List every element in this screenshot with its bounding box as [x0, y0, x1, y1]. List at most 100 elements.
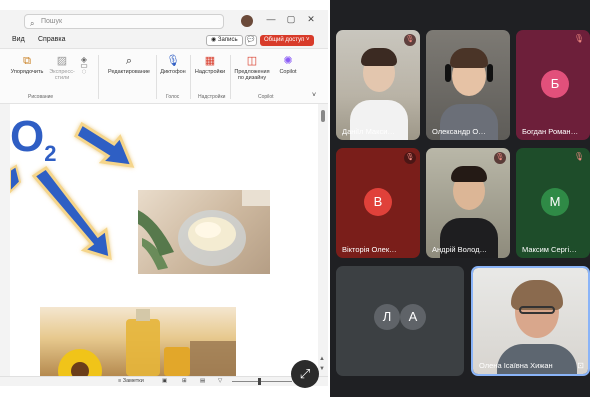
participant-initial: А: [400, 304, 426, 330]
microphone-icon: 🎙: [166, 55, 180, 67]
vertical-scrollbar[interactable]: ▲ ▼: [318, 104, 328, 376]
addins-label: Надстройки: [194, 69, 226, 75]
quick-styles-label: Экспресс-стили: [49, 69, 75, 81]
search-input[interactable]: ⌕ Пошук: [24, 14, 224, 29]
participant-name: Даніїл Макси…: [342, 127, 395, 136]
participant-name: Андрій Волод…: [432, 245, 487, 254]
butter-picture: [138, 190, 270, 270]
dictate-label: Диктофон: [160, 69, 186, 75]
arrow-shape: [74, 121, 135, 168]
mic-off-icon: 🎙: [404, 34, 416, 46]
menu-bar: Вид Справка ◉ Запись 💬 Общий доступ ˅: [0, 32, 328, 48]
designer-label: Предложения по дизайну: [234, 69, 270, 81]
participant-name: Максим Сергі…: [522, 245, 577, 254]
active-speaker-tile[interactable]: Олена Ісаївна Хижан ⊡: [471, 266, 590, 376]
search-icon: ⌕: [30, 19, 35, 28]
participant-tile[interactable]: 🎙 Андрій Волод…: [426, 148, 510, 258]
participant-tile[interactable]: В 🎙 Вікторія Олек…: [336, 148, 420, 258]
share-button[interactable]: Общий доступ ˅: [260, 35, 314, 46]
group-label: Рисование: [28, 94, 54, 100]
participant-tile[interactable]: Олександр О…: [426, 30, 510, 140]
tab-help[interactable]: Справка: [38, 36, 65, 43]
participant-tile[interactable]: М 🎙 Максим Сергі…: [516, 148, 590, 258]
zoom-slider[interactable]: [232, 381, 292, 382]
notes-label: Заметки: [122, 378, 144, 384]
chevron-down-icon: ˅: [305, 37, 310, 43]
participant-name: Олена Ісаївна Хижан: [479, 361, 553, 370]
copilot-icon: ✺: [283, 55, 293, 67]
expand-icon: ⤢: [299, 366, 311, 381]
powerpoint-window: ⌕ Пошук — ▢ ✕ Вид Справка ◉ Запись 💬 Общ…: [0, 10, 328, 386]
slide-sorter-icon[interactable]: ⊞: [182, 378, 187, 384]
slideshow-icon[interactable]: ▽: [218, 378, 222, 384]
butter-image: [138, 190, 270, 274]
participant-tile[interactable]: Б 🎙 Богдан Роман…: [516, 30, 590, 140]
person-shirt: [497, 344, 577, 374]
record-button[interactable]: ◉ Запись: [206, 35, 243, 46]
dictate-button[interactable]: 🎙 Диктофон: [158, 55, 188, 75]
title-bar: ⌕ Пошук — ▢ ✕: [0, 10, 328, 32]
ribbon: ⧉ Упорядочить ▨ Экспресс-стили ◈ ▭ ◌ ⌕ Ред…: [0, 48, 328, 104]
oil-picture: [58, 309, 236, 376]
tab-view[interactable]: Вид: [12, 36, 25, 43]
arrange-icon: ⧉: [23, 55, 31, 67]
slide-canvas[interactable]: O2: [10, 104, 318, 376]
minimize-icon[interactable]: —: [264, 14, 278, 24]
find-icon: ⌕: [125, 55, 133, 67]
glasses-icon: [519, 306, 555, 314]
pin-icon[interactable]: ⊡: [577, 361, 584, 370]
participant-initial: Л: [374, 304, 400, 330]
scrollbar-thumb[interactable]: [321, 110, 325, 122]
oil-image: [40, 307, 236, 376]
notes-button[interactable]: ≡ Заметки: [118, 378, 144, 384]
collapse-ribbon-icon[interactable]: ˅: [312, 92, 316, 99]
group-label: Надстройки: [198, 94, 226, 100]
arrow-shape: [31, 165, 112, 261]
mic-off-icon: 🎙: [494, 152, 506, 164]
record-icon: ◉: [211, 37, 218, 43]
ribbon-separator: [156, 55, 157, 99]
headphones-right: [487, 64, 493, 82]
status-bar: ≡ Заметки ▣ ⊞ ▤ ▽: [0, 376, 328, 386]
share-label: Общий доступ: [264, 37, 305, 43]
scroll-down-icon[interactable]: ▼: [319, 366, 325, 372]
participant-initial: М: [541, 188, 569, 216]
group-label: Голос: [166, 94, 180, 100]
mic-off-icon: 🎙: [573, 152, 584, 161]
mic-off-icon: 🎙: [573, 34, 584, 43]
participant-initial: В: [364, 188, 392, 216]
zoom-slider-thumb[interactable]: [258, 378, 261, 385]
editing-button[interactable]: ⌕ Редактирование: [104, 55, 154, 75]
arrange-button[interactable]: ⧉ Упорядочить: [10, 55, 44, 75]
ribbon-separator: [98, 55, 99, 99]
normal-view-icon[interactable]: ▣: [162, 378, 167, 384]
person-hair: [450, 48, 488, 68]
participant-name: Вікторія Олек…: [342, 245, 397, 254]
quick-styles-button[interactable]: ▨ Экспресс-стили: [48, 55, 76, 81]
participant-initial: Б: [541, 70, 569, 98]
copilot-label: Copilot: [279, 69, 297, 75]
shape-fill-icon[interactable]: ◈ ▭ ◌: [78, 56, 90, 76]
fullscreen-button[interactable]: ⤢: [291, 360, 319, 388]
participant-tile[interactable]: 🎙 Даніїл Макси…: [336, 30, 420, 140]
addins-button[interactable]: ▦ Надстройки: [192, 55, 228, 75]
maximize-icon[interactable]: ▢: [284, 14, 298, 25]
comment-icon[interactable]: 💬: [245, 35, 257, 46]
scroll-up-icon[interactable]: ▲: [319, 356, 325, 362]
account-avatar[interactable]: [241, 15, 253, 27]
editing-label: Редактирование: [108, 69, 150, 75]
reading-view-icon[interactable]: ▤: [200, 378, 205, 384]
designer-button[interactable]: ◫ Предложения по дизайну: [232, 55, 272, 81]
ribbon-separator: [230, 55, 231, 99]
arrange-label: Упорядочить: [10, 69, 44, 75]
designer-icon: ◫: [246, 55, 258, 67]
arrow-shape: [10, 164, 22, 194]
addins-icon: ▦: [204, 55, 216, 67]
participant-group-tile[interactable]: Л А: [336, 266, 464, 376]
participant-name: Олександр О…: [432, 127, 486, 136]
search-placeholder: Пошук: [41, 18, 63, 25]
quick-styles-icon: ▨: [56, 55, 68, 67]
close-icon[interactable]: ✕: [304, 14, 318, 25]
person-hair: [451, 166, 487, 182]
copilot-button[interactable]: ✺ Copilot: [274, 55, 302, 75]
